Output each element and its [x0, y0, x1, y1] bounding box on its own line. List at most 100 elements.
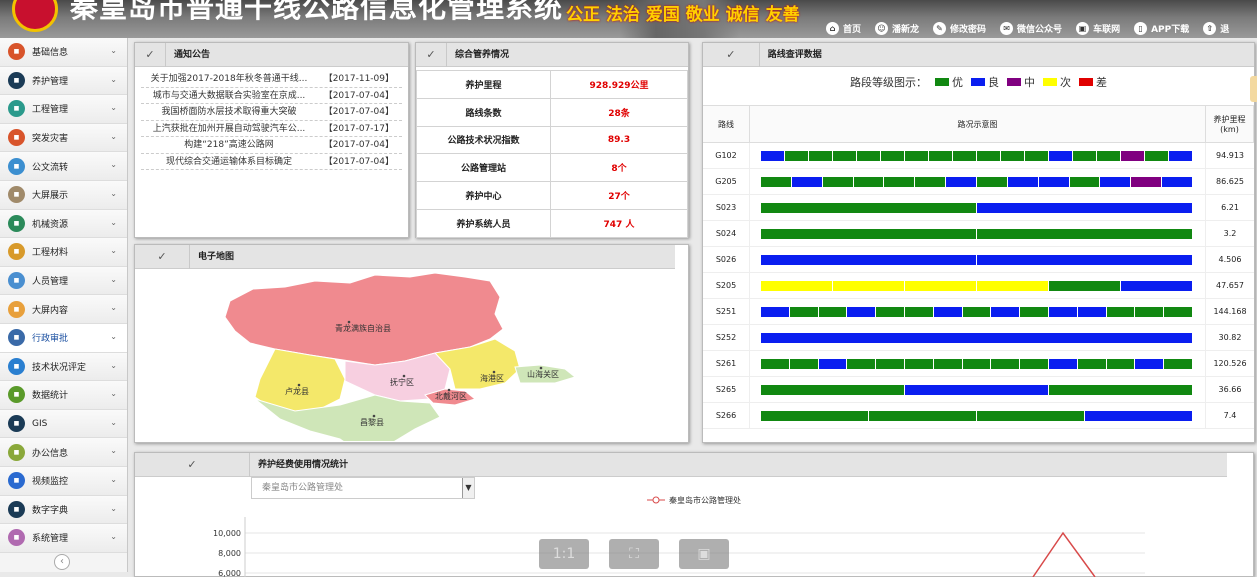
road-row[interactable]: S251 144.168 [703, 299, 1254, 325]
road-row[interactable]: S265 36.66 [703, 377, 1254, 403]
sidebar-item-4[interactable]: ■ 公文流转 ⌄ [0, 152, 127, 181]
sidebar-item-3[interactable]: ■ 突发灾害 ⌄ [0, 123, 127, 153]
sidebar-item-9[interactable]: ■ 大屏内容 ⌄ [0, 295, 127, 324]
chevron-down-icon: ⌄ [110, 417, 117, 427]
notice-item[interactable]: 现代综合交通运输体系目标确定 【2017-07-04】 [141, 154, 402, 170]
nav-item-6[interactable]: ⇧ 退 [1203, 21, 1229, 35]
road-condition-bar[interactable] [760, 383, 1194, 396]
sidebar-item-1[interactable]: ■ 养护管理 ⌄ [0, 66, 127, 96]
map-marker [492, 370, 496, 374]
notice-date: 【2017-07-04】 [323, 156, 394, 167]
road-row[interactable]: S024 3.2 [703, 221, 1254, 247]
notice-title[interactable]: 我国桥面防水层技术取得重大突破 [141, 104, 317, 120]
notice-title[interactable]: 上汽获批在加州开展自动驾驶汽车公... [141, 121, 317, 137]
fit-screen-button[interactable]: ⛶ [609, 539, 659, 569]
notice-item[interactable]: 我国桥面防水层技术取得重大突破 【2017-07-04】 [141, 104, 402, 121]
road-row[interactable]: S261 120.526 [703, 351, 1254, 377]
sidebar-item-6[interactable]: ■ 机械资源 ⌄ [0, 209, 127, 239]
notice-item[interactable]: 关于加强2017-2018年秋冬普通干线... 【2017-11-09】 [141, 71, 402, 88]
notice-title[interactable]: 构建“218”高速公路网 [141, 137, 317, 153]
sidebar-item-17[interactable]: ■ 系统管理 ⌄ [0, 524, 127, 553]
nav-label: 微信公众号 [1017, 24, 1063, 35]
summary-row: 路线条数 28条 [416, 97, 688, 127]
sidebar-item-0[interactable]: ■ 基础信息 ⌄ [0, 38, 127, 67]
chevron-down-icon: ⌄ [110, 360, 117, 370]
road-row[interactable]: S205 47.657 [703, 273, 1254, 299]
check-icon: ✓ [187, 458, 197, 471]
region-lulong[interactable] [254, 348, 346, 412]
sidebar-item-label: 机械资源 [32, 219, 69, 230]
sidebar-item-2[interactable]: ■ 工程管理 ⌄ [0, 95, 127, 124]
sidebar-item-5[interactable]: ■ 大屏展示 ⌄ [0, 180, 127, 210]
sidebar-item-15[interactable]: ■ 视频监控 ⌄ [0, 466, 127, 496]
nav-item-2[interactable]: ✎ 修改密码 [933, 21, 986, 35]
road-condition-bar[interactable] [760, 175, 1194, 188]
sidebar-item-10[interactable]: ■ 行政审批 ⌄ [0, 323, 127, 353]
road-condition-cell [750, 403, 1206, 428]
road-segment [1097, 150, 1121, 161]
sidebar-item-8[interactable]: ■ 人员管理 ⌄ [0, 266, 127, 296]
sidebar-item-12[interactable]: ■ 数据统计 ⌄ [0, 381, 127, 410]
road-condition-bar[interactable] [760, 253, 1194, 266]
notice-date: 【2017-11-09】 [323, 74, 394, 84]
nav-item-5[interactable]: ▯ APP下载 [1134, 21, 1189, 35]
sidebar-item-11[interactable]: ■ 技术状况评定 ⌄ [0, 352, 127, 382]
road-condition-bar[interactable] [760, 409, 1194, 422]
road-condition-bar[interactable] [760, 149, 1194, 162]
notice-title[interactable]: 现代综合交通运输体系目标确定 [141, 154, 317, 170]
road-condition-cell [750, 299, 1206, 324]
road-segment [1020, 306, 1049, 317]
nav-item-1[interactable]: ☺ 潘新龙 [875, 21, 920, 35]
summary-value: 27个 [550, 181, 688, 210]
nav-item-3[interactable]: ✉ 微信公众号 [1000, 21, 1063, 35]
logo-icon [12, 0, 58, 32]
side-drawer-tab[interactable] [1250, 76, 1257, 102]
road-segment [1121, 280, 1193, 291]
road-row[interactable]: S252 30.82 [703, 325, 1254, 351]
sidebar-item-14[interactable]: ■ 办公信息 ⌄ [0, 438, 127, 467]
summary-key: 公路管理站 [416, 153, 551, 183]
notice-item[interactable]: 城市与交通大数据联合实验室在京成... 【2017-07-04】 [141, 88, 402, 104]
road-row[interactable]: G102 94.913 [703, 143, 1254, 169]
nav-item-0[interactable]: ⌂ 首页 [826, 21, 861, 35]
notice-title[interactable]: 关于加强2017-2018年秋冬普通干线... [141, 71, 317, 87]
road-segment [818, 358, 848, 369]
sidebar-item-label: 工程管理 [32, 105, 69, 116]
nav-label: 潘新龙 [892, 24, 920, 35]
sidebar-item-13[interactable]: ■ GIS ⌄ [0, 409, 127, 439]
road-condition-bar[interactable] [760, 279, 1194, 292]
notice-title[interactable]: 城市与交通大数据联合实验室在京成... [141, 88, 317, 104]
nav-item-4[interactable]: ▣ 车联网 [1076, 21, 1120, 35]
road-condition-cell [750, 143, 1206, 168]
chevron-down-icon: ⌄ [110, 274, 117, 284]
legend-swatch [1079, 78, 1093, 86]
actual-size-button[interactable]: 1:1 [539, 539, 589, 569]
notice-item[interactable]: 上汽获批在加州开展自动驾驶汽车公... 【2017-07-17】 [141, 121, 402, 137]
road-name: S252 [703, 325, 750, 350]
export-button[interactable]: ▣ [679, 539, 729, 569]
road-condition-bar[interactable] [760, 331, 1194, 344]
road-grade-legend: 路段等级图示： 优 良 中 次 差 [703, 67, 1254, 97]
wechat-icon: ✉ [1000, 21, 1014, 35]
road-condition-bar[interactable] [760, 201, 1194, 214]
column-header-length: 养护里程(km) [1206, 106, 1254, 142]
map-region-label: 山海关区 [527, 369, 559, 379]
summary-key: 养护中心 [416, 181, 551, 210]
road-row[interactable]: S023 6.21 [703, 195, 1254, 221]
road-row[interactable]: S266 7.4 [703, 403, 1254, 429]
map-region-label: 昌黎县 [360, 417, 384, 427]
sidebar-item-7[interactable]: ■ 工程材料 ⌄ [0, 238, 127, 267]
collapse-sidebar-button[interactable]: ‹ [54, 554, 70, 570]
road-condition-bar[interactable] [760, 357, 1194, 370]
road-segment [791, 176, 823, 187]
notice-item[interactable]: 构建“218”高速公路网 【2017-07-04】 [141, 137, 402, 154]
road-condition-bar[interactable] [760, 305, 1194, 318]
road-condition-bar[interactable] [760, 227, 1194, 240]
road-segment [822, 176, 854, 187]
road-length: 144.168 [1213, 307, 1247, 316]
summary-key: 养护系统人员 [416, 208, 551, 238]
road-row[interactable]: G205 86.625 [703, 169, 1254, 195]
region-map[interactable]: 青龙满族自治县卢龙县 抚宁区 海港区 山海关区北戴河区昌黎县 [135, 269, 688, 456]
road-row[interactable]: S026 4.506 [703, 247, 1254, 273]
sidebar-item-16[interactable]: ■ 数字字典 ⌄ [0, 495, 127, 525]
